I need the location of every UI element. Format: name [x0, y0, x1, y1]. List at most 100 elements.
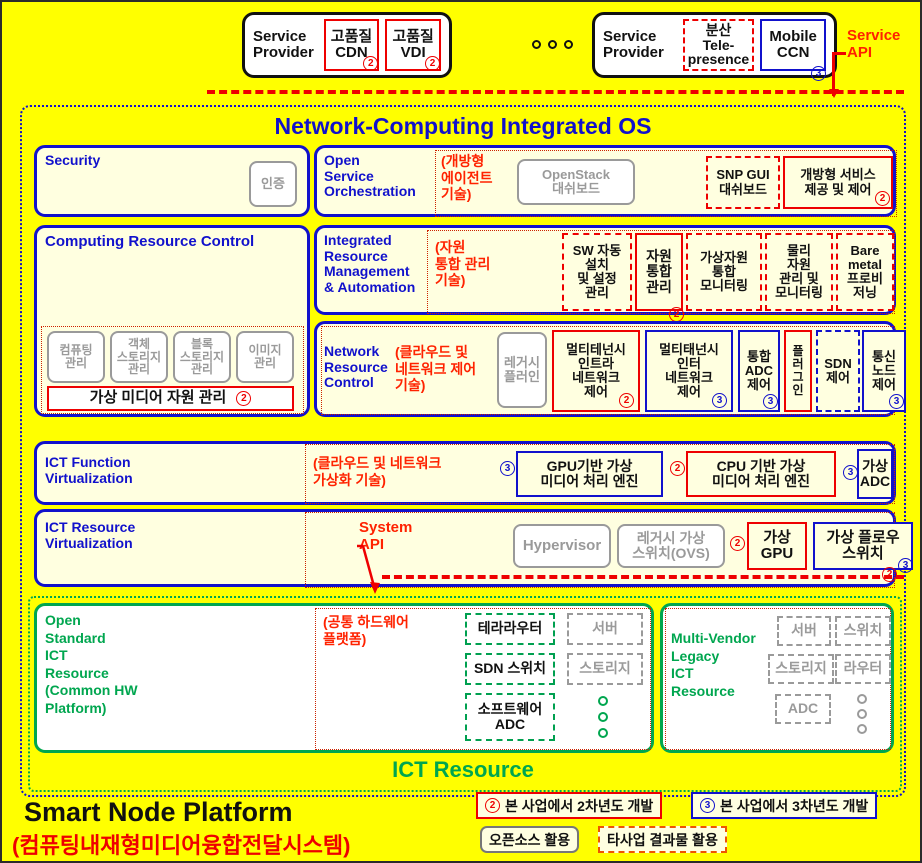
- cell-label: 스토리지: [579, 660, 631, 677]
- ict-resource-virtualization-label: ICT Resource Virtualization: [45, 519, 136, 551]
- chip-mobile-ccn[interactable]: Mobile CCN 3: [760, 19, 827, 81]
- cell-software-adc[interactable]: 소프트웨어 ADC: [465, 693, 555, 741]
- badge-year2: 2: [730, 536, 745, 551]
- cell-label: 가상자원 통합 모니터링: [700, 249, 748, 294]
- cell-sw-auto-install-config[interactable]: SW 자동 설치 및 설정 관리: [562, 233, 632, 311]
- cell-label: GPU기반 가상 미디어 처리 엔진: [540, 457, 639, 489]
- integrated-resource-management-label: Integrated Resource Management & Automat…: [324, 232, 416, 296]
- cell-virtual-resource-monitoring[interactable]: 가상자원 통합 모니터링: [686, 233, 762, 311]
- cell-label: 자원 통합 관리: [646, 248, 672, 295]
- legend-label: 오픈소스 활용: [489, 831, 571, 848]
- chip-high-quality-cdn[interactable]: 고품질 CDN 2: [323, 19, 380, 71]
- cell-label: 멀티테넌시 인트라 네트워크 제어: [566, 341, 626, 400]
- open-standard-paren: (공통 하드웨어 플랫폼): [323, 614, 409, 647]
- security-box[interactable]: Security 인증: [34, 145, 310, 217]
- cell-block-storage-management[interactable]: 블록 스토리지 관리: [173, 331, 231, 383]
- cell-label: 서버: [791, 622, 817, 639]
- cell-switch[interactable]: 스위치: [835, 616, 891, 646]
- cell-storage[interactable]: 스토리지: [768, 654, 834, 684]
- cell-label: 서버: [592, 620, 618, 637]
- badge-year2: 2: [236, 391, 252, 406]
- ict-function-virtualization-label: ICT Function Virtualization: [45, 454, 133, 486]
- cell-label: 가상 GPU: [760, 528, 794, 562]
- cell-label: SW 자동 설치 및 설정 관리: [572, 242, 622, 301]
- cell-label: 통합 ADC 제어: [744, 348, 774, 393]
- cell-label: 소프트웨어 ADC: [477, 700, 543, 732]
- cell-legacy-plugin[interactable]: 레거시 플러인: [497, 332, 547, 408]
- badge-year3: 3: [712, 393, 727, 408]
- cell-multitenancy-intra-network-control[interactable]: 멀티테넌시 인트라 네트워크 제어 2: [552, 330, 640, 412]
- cell-object-storage-management[interactable]: 객체 스토리지 관리: [110, 331, 168, 383]
- cell-label: 스토리지: [775, 660, 827, 677]
- cell-virtual-gpu[interactable]: 가상 GPU: [747, 522, 807, 570]
- cell-multitenancy-inter-network-control[interactable]: 멀티태넌시 인터 네트워크 제어 3: [645, 330, 733, 412]
- cell-integrated-adc-control[interactable]: 통합 ADC 제어 3: [738, 330, 780, 412]
- cell-gpu-virtual-media-engine[interactable]: GPU기반 가상 미디어 처리 엔진: [516, 451, 663, 497]
- cell-resource-integrated-management[interactable]: 자원 통합 관리 2: [635, 233, 684, 322]
- badge-year3: 3: [700, 798, 715, 813]
- badge-year2: 2: [619, 393, 634, 408]
- cell-open-service-provisioning[interactable]: 개방형 서비스 제공 및 제어 2: [783, 156, 893, 209]
- chip-distributed-telepresence[interactable]: 분산 Tele- presence: [682, 19, 755, 71]
- multi-vendor-legacy-box[interactable]: Multi-Vendor Legacy ICT Resource 서버 스토리지…: [660, 603, 894, 753]
- legend-opensource: 오픈소스 활용: [480, 826, 580, 853]
- cell-computing-management[interactable]: 컴퓨팅 관리: [47, 331, 105, 383]
- legend-other-project: 타사업 결과물 활용: [598, 826, 727, 853]
- cell-router[interactable]: 라우터: [835, 654, 891, 684]
- chip-high-quality-vdi[interactable]: 고품질 VDI 2: [385, 19, 441, 71]
- cell-virtual-adc[interactable]: 가상 ADC: [857, 449, 893, 499]
- cell-authentication[interactable]: 인증: [249, 161, 297, 207]
- ict-function-virtualization-paren: (클라우드 및 네트워크 가상화 기술): [313, 455, 442, 488]
- cell-label: 객체 스토리지 관리: [116, 336, 162, 377]
- cell-label: 가상 플로우 스위치: [826, 528, 900, 562]
- cell-label: CPU 기반 가상 미디어 처리 엔진: [712, 457, 810, 489]
- ict-function-virtualization-box[interactable]: ICT Function Virtualization (클라우드 및 네트워크…: [34, 441, 896, 505]
- cell-label: 인증: [261, 175, 285, 191]
- computing-resource-control-box[interactable]: Computing Resource Control 컴퓨팅 관리 객체 스토리…: [34, 225, 310, 417]
- cell-label: Hypervisor: [522, 536, 602, 554]
- cell-virtual-media-resource-management[interactable]: 가상 미디어 자원 관리 2: [47, 386, 294, 411]
- legend-label: 본 사업에서 3차년도 개발: [720, 797, 869, 814]
- open-service-orchestration-box[interactable]: Open Service Orchestration (개방형 에이전트 기술)…: [314, 145, 897, 217]
- service-provider-card-2[interactable]: Service Provider 분산 Tele- presence Mobil…: [592, 12, 837, 81]
- cell-physical-resource-management[interactable]: 물리 자원 관리 및 모니터링: [765, 233, 833, 311]
- cell-sdn-switch[interactable]: SDN 스위치: [465, 653, 555, 685]
- badge-year3: 3: [898, 558, 913, 573]
- cell-sdn-control[interactable]: SDN 제어: [816, 330, 860, 412]
- open-standard-ict-resource-label: Open Standard ICT Resource (Common HW Pl…: [45, 612, 138, 716]
- cell-bare-metal-provisioning[interactable]: Bare metal 프로비 저닝: [836, 233, 894, 311]
- system-api-arrow-icon: [357, 544, 380, 594]
- cell-virtual-flow-switch[interactable]: 가상 플로우 스위치 3 2: [813, 522, 913, 582]
- open-standard-ict-resource-box[interactable]: Open Standard ICT Resource (Common HW Pl…: [34, 603, 654, 753]
- cell-snp-gui-dashboard[interactable]: SNP GUI 대쉬보드: [706, 156, 780, 209]
- cell-adc[interactable]: ADC: [775, 694, 831, 724]
- cell-label: SNP GUI 대쉬보드: [716, 167, 770, 197]
- integrated-resource-management-box[interactable]: Integrated Resource Management & Automat…: [314, 225, 896, 322]
- open-service-orchestration-paren: (개방형 에이전트 기술): [441, 153, 493, 203]
- cell-tera-router[interactable]: 테라라우터: [465, 613, 555, 645]
- cell-hypervisor[interactable]: Hypervisor: [513, 524, 611, 568]
- badge-year2: 2: [485, 798, 500, 813]
- legend-label: 타사업 결과물 활용: [607, 831, 718, 848]
- chip-label: 분산 Tele- presence: [687, 21, 750, 68]
- badge-year2: 2: [670, 461, 685, 476]
- cell-communication-node-control[interactable]: 통신 노드 제어 3: [862, 330, 906, 412]
- cell-legacy-virtual-switch-ovs[interactable]: 레거시 가상 스위치(OVS): [617, 524, 725, 568]
- cell-server[interactable]: 서버: [567, 613, 643, 645]
- cell-openstack-dashboard[interactable]: OpenStack 대쉬보드: [517, 159, 635, 205]
- cell-image-management[interactable]: 이미지 관리: [236, 331, 294, 383]
- cell-plugin[interactable]: 플 러 그 인: [784, 330, 812, 412]
- service-provider-card-1[interactable]: Service Provider 고품질 CDN 2 고품질 VDI 2: [242, 12, 452, 78]
- service-provider-row: Service Provider 고품질 CDN 2 고품질 VDI 2 Ser…: [2, 6, 922, 98]
- cell-label: 레거시 플러인: [504, 354, 540, 384]
- cell-label: 물리 자원 관리 및 모니터링: [775, 242, 823, 301]
- cell-label: 라우터: [843, 660, 883, 677]
- service-provider-label-1: Service Provider: [253, 28, 314, 61]
- network-resource-control-box[interactable]: Network Resource Control (클라우드 및 네트워크 제어…: [314, 321, 906, 417]
- platform-subtitle: (컴퓨팅내재형미디어융합전달시스템): [12, 833, 351, 858]
- cell-label: SDN 제어: [824, 355, 852, 385]
- cell-server[interactable]: 서버: [777, 616, 831, 646]
- cell-storage[interactable]: 스토리지: [567, 653, 643, 685]
- cell-cpu-virtual-media-engine[interactable]: CPU 기반 가상 미디어 처리 엔진: [686, 451, 836, 497]
- cell-label: 블록 스토리지 관리: [179, 336, 225, 377]
